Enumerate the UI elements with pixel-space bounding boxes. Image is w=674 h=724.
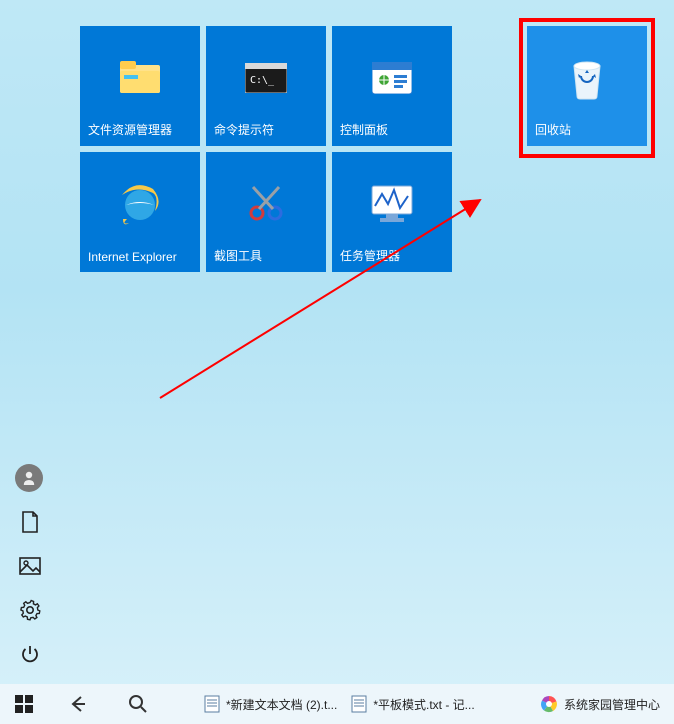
- tile-control-panel[interactable]: 控制面板: [332, 26, 452, 146]
- back-button[interactable]: [48, 684, 108, 724]
- settings-button[interactable]: [18, 598, 42, 622]
- user-icon: [21, 470, 37, 486]
- search-icon: [128, 694, 148, 714]
- windows-icon: [15, 695, 33, 713]
- notepad-icon: [351, 695, 367, 713]
- tile-label: Internet Explorer: [88, 250, 177, 264]
- recycle-bin-icon: [527, 50, 647, 106]
- tray-app-icon: [540, 695, 558, 713]
- documents-button[interactable]: [18, 510, 42, 534]
- control-panel-icon: [332, 50, 452, 106]
- command-prompt-icon: C:\_: [206, 50, 326, 106]
- picture-icon: [19, 557, 41, 575]
- power-button[interactable]: [18, 642, 42, 666]
- gear-icon: [19, 599, 41, 621]
- tile-label: 文件资源管理器: [88, 121, 172, 138]
- tray-item[interactable]: 系统家园管理中心: [534, 684, 670, 724]
- tile-snipping-tool[interactable]: 截图工具: [206, 152, 326, 272]
- internet-explorer-icon: [80, 176, 200, 232]
- tile-label: 控制面板: [340, 121, 388, 138]
- start-screen: 文件资源管理器 C:\_ 命令提示符 控制面板: [0, 0, 674, 724]
- task-label: *新建文本文档 (2).t...: [226, 696, 337, 713]
- document-icon: [20, 511, 40, 533]
- tile-internet-explorer[interactable]: Internet Explorer: [80, 152, 200, 272]
- svg-text:C:\_: C:\_: [250, 75, 275, 86]
- tile-label: 回收站: [535, 121, 571, 138]
- arrow-left-icon: [68, 694, 88, 714]
- task-manager-icon: [332, 176, 452, 232]
- file-explorer-icon: [80, 50, 200, 106]
- tile-file-explorer[interactable]: 文件资源管理器: [80, 26, 200, 146]
- power-icon: [20, 644, 40, 664]
- tile-command-prompt[interactable]: C:\_ 命令提示符: [206, 26, 326, 146]
- taskbar: *新建文本文档 (2).t... *平板模式.txt - 记...: [0, 684, 674, 724]
- tile-recycle-bin[interactable]: 回收站: [527, 26, 647, 146]
- tile-task-manager[interactable]: 任务管理器: [332, 152, 452, 272]
- tile-label: 截图工具: [214, 247, 262, 264]
- start-button[interactable]: [0, 684, 48, 724]
- tile-label: 命令提示符: [214, 121, 274, 138]
- account-button[interactable]: [15, 464, 43, 492]
- search-button[interactable]: [108, 684, 168, 724]
- tile-label: 任务管理器: [340, 247, 400, 264]
- notepad-icon: [204, 695, 220, 713]
- snipping-tool-icon: [206, 176, 326, 232]
- pictures-button[interactable]: [18, 554, 42, 578]
- taskbar-task-notepad-1[interactable]: *新建文本文档 (2).t...: [198, 684, 345, 724]
- task-label: *平板模式.txt - 记...: [373, 696, 474, 713]
- tray-label: 系统家园管理中心: [564, 696, 660, 713]
- taskbar-task-notepad-2[interactable]: *平板模式.txt - 记...: [345, 684, 482, 724]
